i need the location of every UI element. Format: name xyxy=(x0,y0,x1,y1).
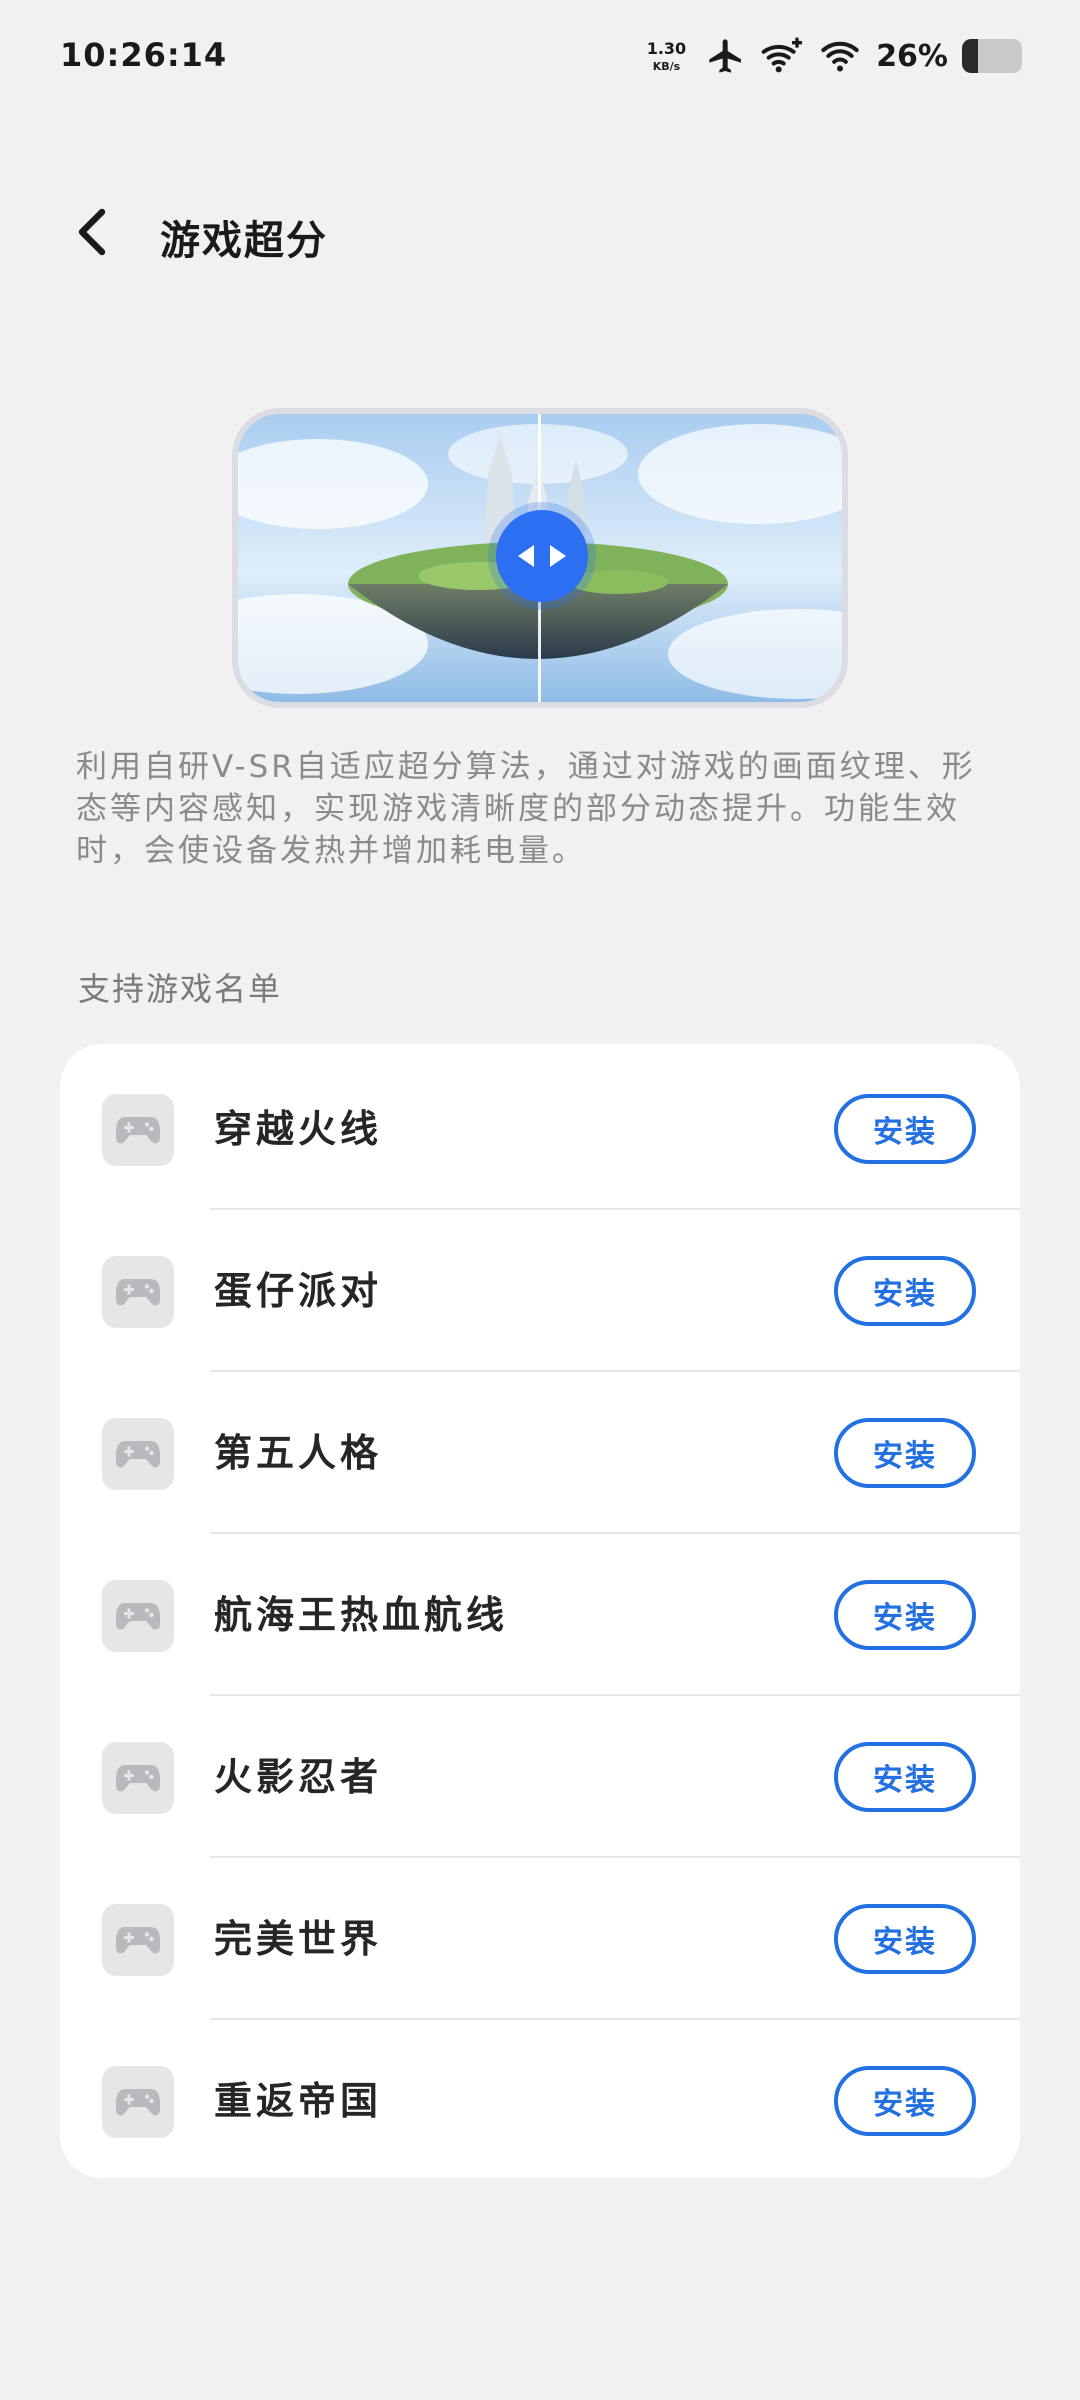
compare-arrows-icon xyxy=(512,541,572,571)
gamepad-icon xyxy=(102,1742,174,1814)
section-title: 支持游戏名单 xyxy=(78,970,283,1008)
compare-slider-handle[interactable] xyxy=(496,510,588,602)
game-row[interactable]: 航海王热血航线 安装 xyxy=(60,1534,1020,1696)
install-button[interactable]: 安装 xyxy=(834,1580,976,1650)
gamepad-icon xyxy=(102,1904,174,1976)
install-button[interactable]: 安装 xyxy=(834,1256,976,1326)
super-resolution-preview[interactable] xyxy=(232,408,848,708)
page-title: 游戏超分 xyxy=(160,218,328,264)
game-name: 火影忍者 xyxy=(214,1755,383,1799)
game-name: 重返帝国 xyxy=(214,2079,383,2123)
gamepad-icon xyxy=(102,1256,174,1328)
install-button[interactable]: 安装 xyxy=(834,1904,976,1974)
game-name: 第五人格 xyxy=(214,1431,383,1475)
gamepad-icon xyxy=(102,1418,174,1490)
battery-icon xyxy=(962,39,1022,73)
install-button[interactable]: 安装 xyxy=(834,2066,976,2136)
gamepad-icon xyxy=(102,2066,174,2138)
game-name: 航海王热血航线 xyxy=(214,1593,509,1637)
network-speed-unit: KB/s xyxy=(652,59,681,73)
wifi-icon xyxy=(818,36,862,76)
battery-percent: 26% xyxy=(876,38,948,74)
game-row[interactable]: 重返帝国 安装 xyxy=(60,2020,1020,2182)
chevron-left-icon xyxy=(72,206,112,262)
status-icons: 1.30 KB/s 26% xyxy=(647,34,1022,78)
airplane-icon xyxy=(706,36,746,76)
game-row[interactable]: 火影忍者 安装 xyxy=(60,1696,1020,1858)
feature-description: 利用自研V-SR自适应超分算法，通过对游戏的画面纹理、形态等内容感知，实现游戏清… xyxy=(76,749,976,869)
install-button[interactable]: 安装 xyxy=(834,1742,976,1812)
game-name: 蛋仔派对 xyxy=(214,1269,383,1313)
game-row[interactable]: 完美世界 安装 xyxy=(60,1858,1020,2020)
status-time: 10:26:14 xyxy=(60,36,228,74)
header: 游戏超分 xyxy=(0,190,1080,280)
game-name: 穿越火线 xyxy=(214,1107,383,1151)
gamepad-icon xyxy=(102,1094,174,1166)
game-row[interactable]: 蛋仔派对 安装 xyxy=(60,1210,1020,1372)
game-row[interactable]: 第五人格 安装 xyxy=(60,1372,1020,1534)
game-list: 穿越火线 安装 蛋仔派对 安装 第五人格 安装 航海王热血航线 安装 火影忍者 安装 完美世界 安装重… xyxy=(60,1044,1020,2178)
gamepad-icon xyxy=(102,1580,174,1652)
install-button[interactable]: 安装 xyxy=(834,1094,976,1164)
battery-fill xyxy=(962,39,978,73)
game-name: 完美世界 xyxy=(214,1917,383,1961)
game-row[interactable]: 穿越火线 安装 xyxy=(60,1048,1020,1210)
status-bar: 10:26:14 1.30 KB/s 26% xyxy=(0,0,1080,120)
network-speed: 1.30 KB/s xyxy=(646,38,687,73)
wifi-plus-icon xyxy=(760,36,804,76)
install-button[interactable]: 安装 xyxy=(834,1418,976,1488)
network-speed-value: 1.30 xyxy=(646,38,687,58)
back-button[interactable] xyxy=(62,204,122,264)
